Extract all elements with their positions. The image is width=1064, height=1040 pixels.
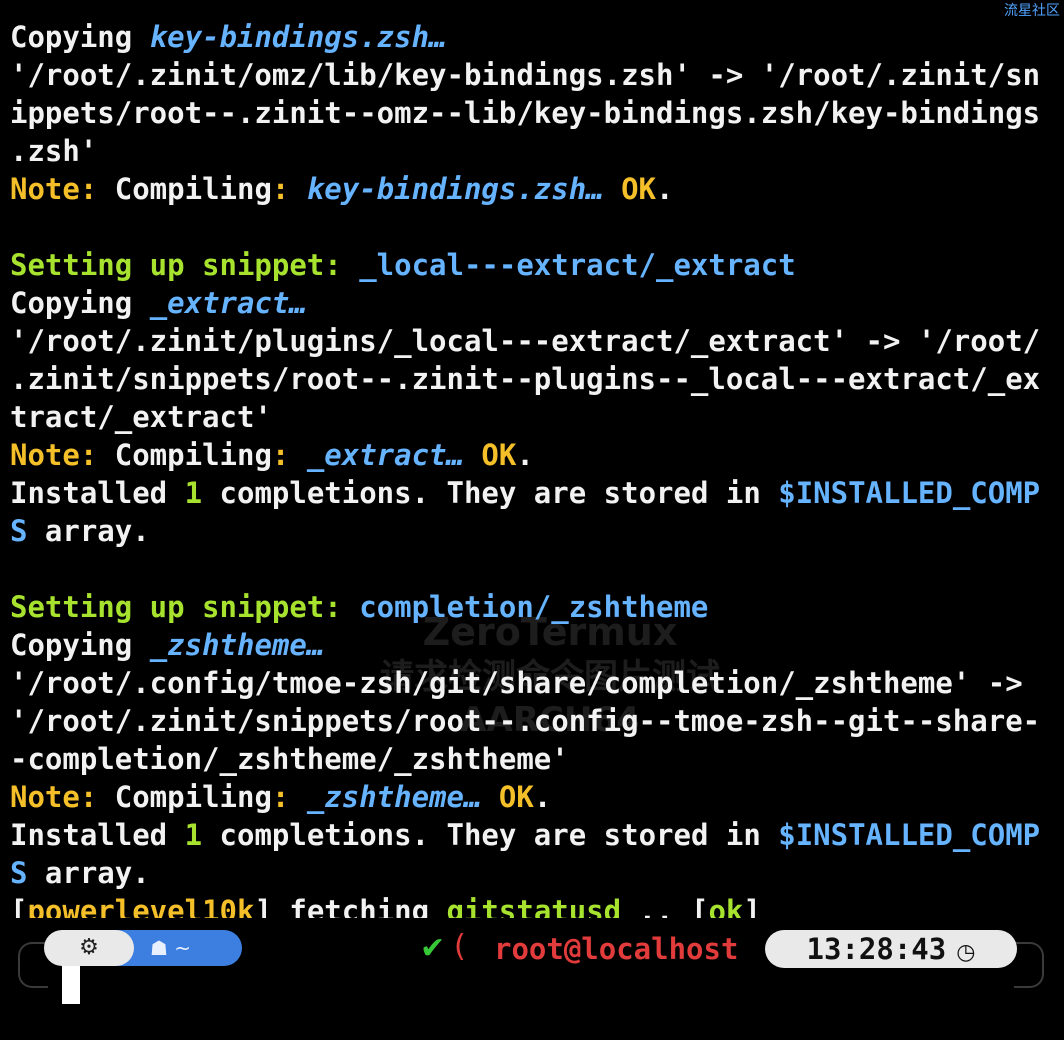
terminal-text: Note:: [10, 780, 115, 814]
terminal-line: -completion/_zshtheme/_zshtheme': [10, 740, 1064, 778]
terminal-text: -completion/_zshtheme/_zshtheme': [10, 742, 569, 776]
terminal-line: Note: Compiling: key-bindings.zsh… OK.: [10, 170, 1064, 208]
terminal-text: key-bindings.zsh…: [306, 172, 604, 206]
terminal-text: .: [533, 780, 552, 814]
terminal-text: _local---extract/_extract: [359, 248, 796, 282]
terminal-text: .. [: [621, 894, 709, 918]
terminal-text: Copying: [10, 628, 150, 662]
terminal-text: completions. They are stored in: [202, 818, 779, 852]
terminal-text: $INSTALLED_COMP: [778, 476, 1041, 510]
terminal-text: S: [10, 514, 28, 548]
terminal-line: '/root/.zinit/plugins/_local---extract/_…: [10, 322, 1064, 360]
terminal-text: Note:: [10, 172, 115, 206]
terminal-text: _extract…: [306, 438, 464, 472]
terminal-text: Note:: [10, 438, 115, 472]
terminal-line: '/root/.config/tmoe-zsh/git/share/comple…: [10, 664, 1064, 702]
terminal-text: Installed: [10, 476, 185, 510]
terminal-text: Copying: [10, 20, 150, 54]
terminal-line: Setting up snippet: completion/_zshtheme: [10, 588, 1064, 626]
terminal-text: OK: [603, 172, 657, 206]
terminal-line: tract/_extract': [10, 398, 1064, 436]
terminal-text: [: [10, 894, 28, 918]
terminal-text: ] fetching: [254, 894, 447, 918]
terminal-text: Compiling: [114, 438, 272, 472]
prompt-separator: (: [454, 929, 466, 964]
terminal-text: powerlevel10k: [27, 894, 255, 918]
terminal-text: OK: [481, 780, 534, 814]
terminal-text: ok: [708, 894, 744, 918]
terminal-text: OK: [463, 438, 517, 472]
terminal-text: Copying: [10, 286, 150, 320]
text-cursor[interactable]: [62, 966, 80, 1004]
terminal-line: S array.: [10, 512, 1064, 550]
terminal-text: ]: [743, 894, 761, 918]
terminal-line: S array.: [10, 854, 1064, 892]
terminal-text: Compiling: [114, 780, 272, 814]
terminal-text: gitstatusd: [446, 894, 622, 918]
user-host: root@localhost: [494, 932, 739, 966]
terminal-line: Copying _extract…: [10, 284, 1064, 322]
terminal-text: completion/_zshtheme: [359, 590, 709, 624]
current-directory: ~: [174, 936, 192, 960]
terminal-text: '/root/.config/tmoe-zsh/git/share/comple…: [10, 666, 1023, 700]
terminal-text: Setting up snippet:: [10, 590, 360, 624]
terminal-line: [10, 208, 1064, 246]
terminal-text: .: [656, 172, 674, 206]
terminal-line: [10, 550, 1064, 588]
terminal-text: 1: [184, 818, 203, 852]
terminal-line: [powerlevel10k] fetching gitstatusd .. […: [10, 892, 1064, 918]
terminal-text: array.: [27, 856, 150, 890]
time-segment: 13:28:43 ◷: [765, 930, 1017, 968]
terminal-text: .zsh': [10, 134, 98, 168]
terminal-text: Setting up snippet:: [10, 248, 360, 282]
terminal-line: .zinit/snippets/root--.zinit--plugins--_…: [10, 360, 1064, 398]
os-icon: ⚙: [44, 930, 134, 966]
terminal-line: ippets/root--.zinit--omz--lib/key-bindin…: [10, 94, 1064, 132]
terminal-text: '/root/.zinit/snippets/root--.config--tm…: [10, 704, 1041, 738]
corner-watermark-text: 流星社区: [1004, 3, 1060, 19]
home-icon: ☗: [150, 936, 168, 960]
terminal-line: Installed 1 completions. They are stored…: [10, 816, 1064, 854]
clock-icon: ◷: [956, 940, 976, 965]
terminal-line: Setting up snippet: _local---extract/_ex…: [10, 246, 1064, 284]
terminal-text: .zinit/snippets/root--.zinit--plugins--_…: [10, 362, 1041, 396]
terminal-text: array.: [27, 514, 150, 548]
terminal-line: '/root/.zinit/omz/lib/key-bindings.zsh' …: [10, 56, 1064, 94]
terminal-text: ippets/root--.zinit--omz--lib/key-bindin…: [10, 96, 1041, 130]
terminal-text: :: [271, 780, 307, 814]
terminal-text: '/root/.zinit/plugins/_local---extract/_…: [10, 324, 1041, 358]
prompt-bar: ☗ ~ ⚙ ✔ ( root@localhost 13:28:43 ◷: [0, 926, 1064, 1004]
terminal-text: '/root/.zinit/omz/lib/key-bindings.zsh' …: [10, 58, 1041, 92]
terminal-text: key-bindings.zsh…: [149, 20, 447, 54]
terminal-text: _zshtheme…: [149, 628, 325, 662]
terminal-line: Installed 1 completions. They are stored…: [10, 474, 1064, 512]
terminal-text: _extract…: [149, 286, 307, 320]
terminal-text: $INSTALLED_COMP: [778, 818, 1041, 852]
status-ok-icon: ✔: [420, 931, 446, 966]
terminal-text: :: [271, 438, 307, 472]
terminal-text: Installed: [10, 818, 185, 852]
terminal-line: Note: Compiling: _zshtheme… OK.: [10, 778, 1064, 816]
terminal-text: _zshtheme…: [306, 780, 482, 814]
terminal-output[interactable]: Copying key-bindings.zsh… '/root/.zinit/o…: [10, 18, 1064, 918]
terminal-line: Note: Compiling: _extract… OK.: [10, 436, 1064, 474]
prompt-right-frame: [1014, 942, 1044, 988]
terminal-line: Copying key-bindings.zsh…: [10, 18, 1064, 56]
terminal-text: :: [271, 172, 307, 206]
terminal-text: completions. They are stored in: [202, 476, 779, 510]
terminal-text: tract/_extract': [10, 400, 272, 434]
clock-time: 13:28:43: [806, 932, 947, 966]
terminal-text: Compiling: [114, 172, 272, 206]
terminal-line: Copying _zshtheme…: [10, 626, 1064, 664]
terminal-line: .zsh': [10, 132, 1064, 170]
terminal-line: '/root/.zinit/snippets/root--.config--tm…: [10, 702, 1064, 740]
terminal-text: 1: [184, 476, 203, 510]
terminal-text: S: [10, 856, 28, 890]
terminal-text: .: [516, 438, 534, 472]
